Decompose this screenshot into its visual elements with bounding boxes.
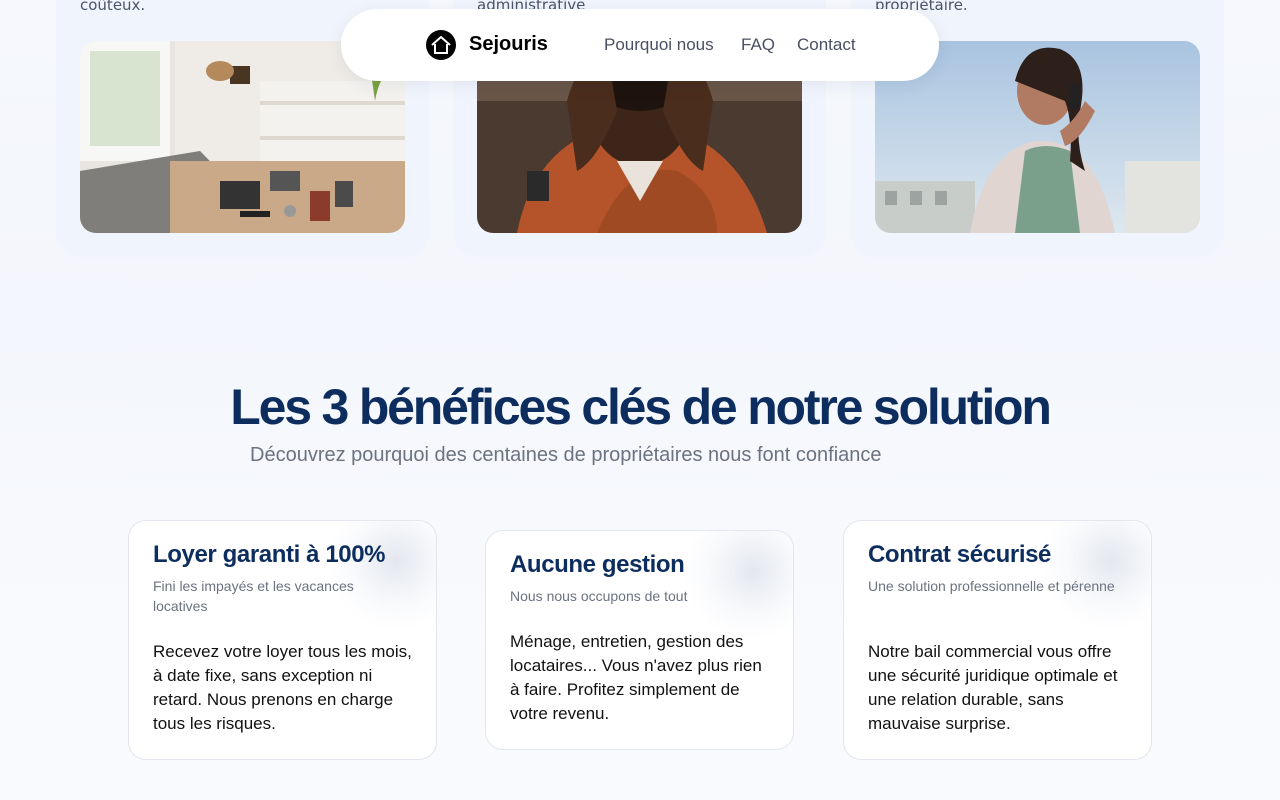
section-title: Les 3 bénéfices clés de notre solution [230, 379, 1052, 435]
benefit-subtitle: Une solution professionnelle et pérenne [868, 578, 1115, 594]
benefit-title: Aucune gestion [510, 551, 685, 578]
nav-link-faq[interactable]: FAQ [741, 35, 775, 55]
benefit-subtitle: Nous nous occupons de tout [510, 588, 688, 604]
nav-link-contact[interactable]: Contact [797, 35, 856, 55]
benefit-card-loyer-garanti: Loyer garanti à 100% Fini les impayés et… [128, 520, 437, 760]
benefit-body: Notre bail commercial vous offre une séc… [868, 642, 1118, 733]
page: coûteux. administrative propriétaire. Se… [0, 0, 1280, 800]
problem-caption: coûteux. [80, 0, 146, 14]
benefit-subtitle: Fini les impayés et les vacances locativ… [153, 578, 354, 614]
benefit-body: Recevez votre loyer tous les mois, à dat… [153, 642, 412, 733]
section-subtitle: Découvrez pourquoi des centaines de prop… [250, 444, 882, 466]
benefit-title: Contrat sécurisé [868, 541, 1051, 568]
brand-name[interactable]: Sejouris [469, 33, 548, 56]
benefit-card-contrat-securise: Contrat sécurisé Une solution profession… [843, 520, 1152, 760]
nav-link-pourquoi-nous[interactable]: Pourquoi nous [604, 35, 714, 55]
benefit-card-aucune-gestion: Aucune gestion Nous nous occupons de tou… [485, 530, 794, 750]
benefit-body: Ménage, entretien, gestion des locataire… [510, 632, 762, 723]
house-icon[interactable] [426, 30, 456, 60]
navbar: Sejouris Pourquoi nous FAQ Contact [341, 9, 939, 81]
benefit-title: Loyer garanti à 100% [153, 541, 386, 568]
